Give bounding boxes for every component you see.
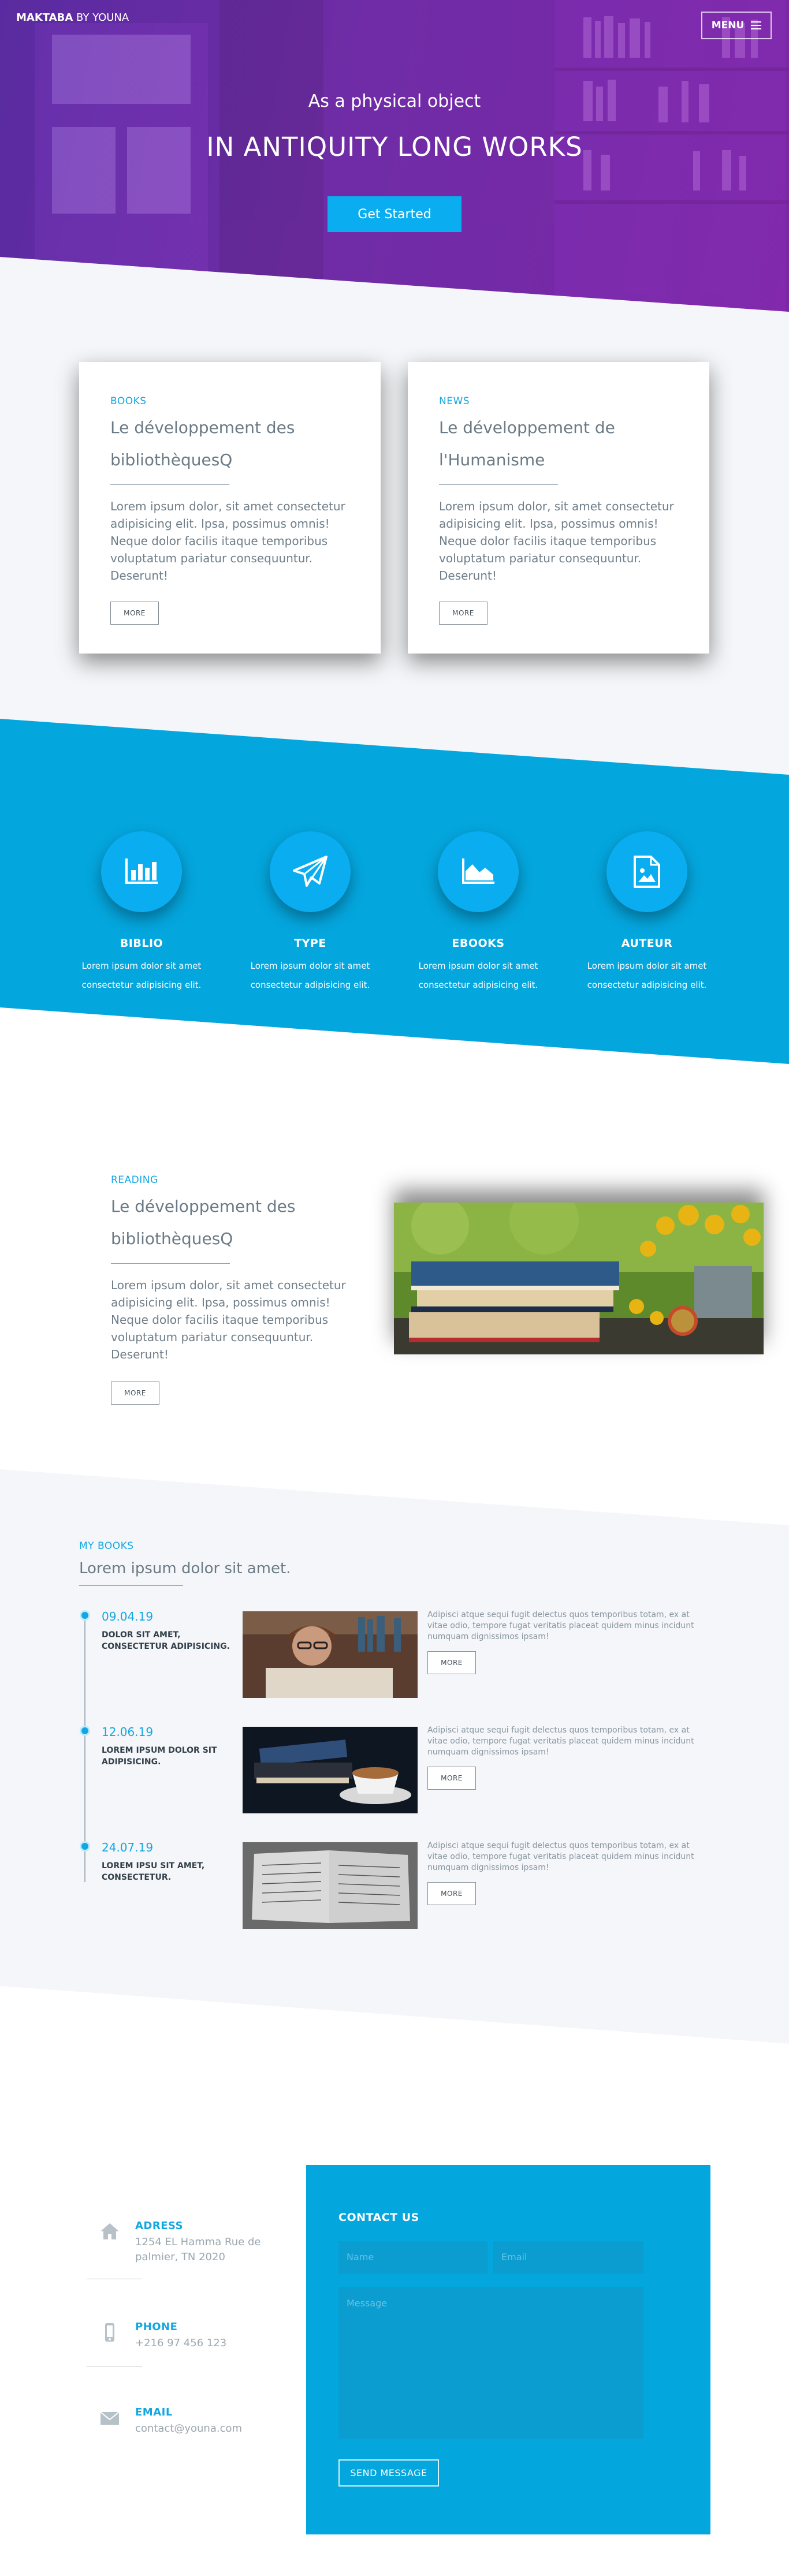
books-and-flowers-image	[394, 1203, 764, 1354]
timeline-text: Adipisci atque sequi fugit delectus quos…	[427, 1610, 694, 1641]
feature-icon-circle[interactable]	[101, 831, 182, 912]
timeline-date: 12.06.19	[102, 1725, 154, 1739]
reading-title: Le développement des bibliothèquesQ	[111, 1197, 296, 1248]
card-text: Lorem ipsum dolor, sit amet consectetur …	[110, 499, 345, 583]
my-books-header: MY BOOKS Lorem ipsum dolor sit amet.	[79, 1540, 291, 1586]
send-message-button[interactable]: SEND MESSAGE	[338, 2459, 439, 2487]
divider	[111, 1263, 230, 1264]
brand-logo[interactable]: MAKTABA BY YOUNA	[16, 12, 129, 24]
timeline-dot	[80, 1726, 90, 1736]
image-file-icon	[634, 856, 660, 888]
feature-title: EBOOKS	[452, 937, 505, 950]
contact-title: EMAIL	[135, 2406, 173, 2418]
timeline-text: Adipisci atque sequi fugit delectus quos…	[427, 1726, 694, 1757]
timeline-label: DOLOR SIT AMET, CONSECTETUR ADIPISICING.	[102, 1630, 230, 1651]
card-title: Le développement des bibliothèquesQ	[110, 418, 295, 469]
envelope-icon	[100, 2411, 120, 2425]
hero-title: IN ANTIQUITY LONG WORKS	[206, 132, 583, 162]
feature-title: AUTEUR	[621, 937, 673, 950]
timeline-label: LOREM IPSU SIT AMET, CONSECTETUR.	[102, 1861, 205, 1882]
contact-value: +216 97 456 123	[135, 2337, 227, 2349]
hero-subtitle: As a physical object	[308, 91, 481, 111]
more-button[interactable]: MORE	[427, 1882, 476, 1905]
contact-form: CONTACT US Name Email Message SEND MESSA…	[306, 2165, 710, 2534]
timeline-date: 09.04.19	[102, 1610, 154, 1623]
feature-title: BIBLIO	[120, 937, 163, 950]
brand-name: MAKTABA	[16, 12, 73, 24]
timeline-label: LOREM IPSUM DOLOR SIT ADIPISICING.	[102, 1746, 217, 1767]
timeline-dot	[80, 1841, 90, 1851]
menu-button[interactable]: MENU	[701, 12, 772, 39]
phone-icon	[105, 2323, 114, 2342]
more-button[interactable]: MORE	[427, 1767, 476, 1790]
reading-text: Lorem ipsum dolor, sit amet consectetur …	[111, 1278, 346, 1361]
more-button[interactable]: MORE	[439, 602, 487, 625]
paper-plane-icon	[293, 856, 327, 887]
open-book-image	[243, 1842, 418, 1929]
card-text: Lorem ipsum dolor, sit amet consectetur …	[439, 499, 674, 583]
reading-eyebrow: READING	[111, 1174, 158, 1186]
card-news: NEWS Le développement de l'Humanisme Lor…	[408, 362, 709, 654]
contact-value: 1254 EL Hamma Rue de palmier, TN 2020	[135, 2236, 261, 2263]
contact-value: contact@youna.com	[135, 2422, 243, 2435]
message-field[interactable]: Message	[338, 2287, 643, 2439]
feature-biblio: BIBLIO Lorem ipsum dolor sit amet consec…	[58, 831, 225, 995]
feature-icon-circle[interactable]	[270, 831, 351, 912]
card-books: BOOKS Le développement des bibliothèques…	[79, 362, 381, 654]
timeline-text: Adipisci atque sequi fugit delectus quos…	[427, 1841, 694, 1872]
hero-section: MAKTABA BY YOUNA MENU As a physical obje…	[0, 0, 789, 312]
home-icon	[101, 2223, 119, 2239]
divider	[439, 484, 558, 485]
feature-text: Lorem ipsum dolor sit amet consectetur a…	[418, 961, 538, 990]
hamburger-icon	[751, 21, 762, 29]
timeline-date: 24.07.19	[102, 1840, 154, 1854]
get-started-button[interactable]: Get Started	[327, 196, 462, 232]
contact-title: PHONE	[135, 2321, 178, 2333]
more-button[interactable]: MORE	[110, 602, 159, 625]
timeline-dot	[80, 1610, 90, 1621]
feature-text: Lorem ipsum dolor sit amet consectetur a…	[250, 961, 370, 990]
card-eyebrow: BOOKS	[110, 395, 147, 407]
contact-title: ADRESS	[135, 2220, 184, 2232]
books-and-coffee-image	[243, 1727, 418, 1813]
feature-icon-circle[interactable]	[438, 831, 519, 912]
name-field[interactable]: Name	[338, 2241, 487, 2273]
my-books-title: Lorem ipsum dolor sit amet.	[79, 1560, 291, 1577]
feature-icon-circle[interactable]	[606, 831, 687, 912]
menu-label: MENU	[711, 20, 745, 31]
divider	[79, 1585, 183, 1586]
more-button[interactable]: MORE	[111, 1382, 159, 1405]
bar-chart-icon	[125, 858, 158, 884]
feature-text: Lorem ipsum dolor sit amet consectetur a…	[587, 961, 707, 990]
reading-woman-image	[243, 1611, 418, 1698]
reading-section: READING Le développement des bibliothèqu…	[111, 1174, 371, 1405]
area-chart-icon	[462, 858, 494, 884]
brand-suffix: BY YOUNA	[73, 12, 129, 24]
card-eyebrow: NEWS	[439, 395, 470, 407]
card-title: Le développement de l'Humanisme	[439, 418, 615, 469]
divider	[110, 484, 229, 485]
more-button[interactable]: MORE	[427, 1651, 476, 1674]
feature-text: Lorem ipsum dolor sit amet consectetur a…	[81, 961, 202, 990]
email-field[interactable]: Email	[493, 2241, 643, 2273]
feature-title: TYPE	[294, 937, 326, 950]
contact-form-title: CONTACT US	[338, 2211, 419, 2224]
feature-auteur: AUTEUR Lorem ipsum dolor sit amet consec…	[563, 831, 731, 995]
feature-ebooks: EBOOKS Lorem ipsum dolor sit amet consec…	[394, 831, 562, 995]
feature-type: TYPE Lorem ipsum dolor sit amet consecte…	[226, 831, 394, 995]
my-books-eyebrow: MY BOOKS	[79, 1540, 134, 1552]
